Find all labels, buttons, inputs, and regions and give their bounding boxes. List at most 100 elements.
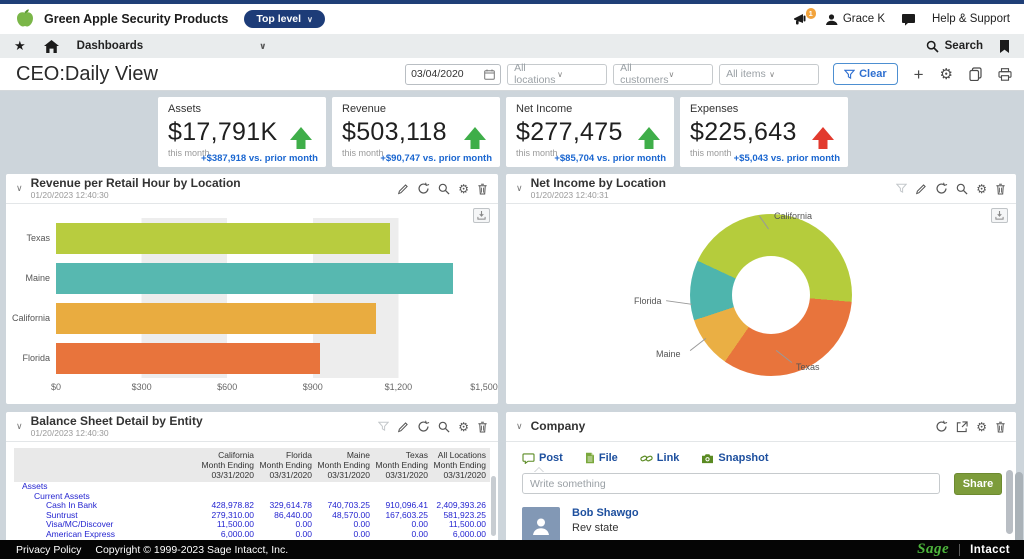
edit-pencil-icon[interactable]: [397, 421, 409, 433]
announcements-icon[interactable]: 1: [793, 12, 809, 26]
account-label-link[interactable]: Current Assets: [14, 492, 200, 502]
account-value[interactable]: 910,096.41: [374, 501, 432, 511]
refresh-icon[interactable]: [417, 420, 430, 433]
account-value[interactable]: [316, 482, 374, 492]
settings-gear-icon[interactable]: ⚙: [458, 420, 469, 434]
account-value[interactable]: 6,000.00: [432, 530, 490, 540]
customers-filter-select[interactable]: All customers ∨: [613, 64, 713, 85]
account-value[interactable]: 0.00: [374, 520, 432, 530]
edit-pencil-icon[interactable]: [915, 183, 927, 195]
add-component-button[interactable]: +: [914, 66, 924, 83]
privacy-policy-link[interactable]: Privacy Policy: [16, 544, 81, 556]
kpi-card-assets[interactable]: Assets $17,791K this month +$387,918 vs.…: [158, 97, 326, 167]
account-value[interactable]: [258, 492, 316, 502]
account-value[interactable]: 329,614.78: [258, 501, 316, 511]
tab-post[interactable]: Post: [522, 452, 563, 464]
delete-trash-icon[interactable]: [477, 183, 488, 195]
chat-icon[interactable]: [901, 13, 916, 26]
print-icon[interactable]: [998, 68, 1012, 81]
account-value[interactable]: 0.00: [258, 520, 316, 530]
zoom-magnifier-icon[interactable]: [438, 421, 450, 433]
tab-file[interactable]: File: [585, 452, 618, 464]
delete-trash-icon[interactable]: [995, 183, 1006, 195]
bar-california[interactable]: [56, 303, 376, 334]
settings-gear-icon[interactable]: ⚙: [976, 420, 987, 434]
search-button[interactable]: Search: [926, 40, 983, 53]
account-value[interactable]: [316, 492, 374, 502]
download-chart-icon[interactable]: [991, 208, 1008, 223]
account-value[interactable]: 740,703.25: [316, 501, 374, 511]
settings-gear-icon[interactable]: ⚙: [940, 65, 953, 83]
locations-filter-select[interactable]: All locations ∨: [507, 64, 607, 85]
company-scrollbar[interactable]: [1006, 470, 1013, 534]
account-value[interactable]: 0.00: [316, 520, 374, 530]
share-button[interactable]: Share: [954, 473, 1002, 495]
account-label-link[interactable]: Visa/MC/Discover: [14, 520, 200, 530]
open-external-icon[interactable]: [956, 421, 968, 433]
zoom-magnifier-icon[interactable]: [438, 183, 450, 195]
account-value[interactable]: 48,570.00: [316, 511, 374, 521]
tab-link[interactable]: Link: [640, 452, 680, 464]
tab-snapshot[interactable]: Snapshot: [701, 452, 768, 464]
account-label-link[interactable]: Cash In Bank: [14, 501, 200, 511]
collapse-chevron-icon[interactable]: ∨: [516, 421, 523, 432]
account-value[interactable]: [432, 482, 490, 492]
account-label-link[interactable]: Suntrust: [14, 511, 200, 521]
filter-funnel-icon[interactable]: [378, 421, 389, 432]
settings-gear-icon[interactable]: ⚙: [976, 182, 987, 196]
settings-gear-icon[interactable]: ⚙: [458, 182, 469, 196]
items-filter-select[interactable]: All items ∨: [719, 64, 819, 85]
filter-funnel-icon[interactable]: [896, 183, 907, 194]
bookmark-icon[interactable]: [999, 40, 1010, 53]
refresh-icon[interactable]: [935, 420, 948, 433]
copy-dashboard-icon[interactable]: [969, 67, 982, 81]
account-value[interactable]: 6,000.00: [200, 530, 258, 540]
account-value[interactable]: 279,310.00: [200, 511, 258, 521]
donut-chart[interactable]: [690, 214, 852, 376]
table-scrollbar[interactable]: [491, 476, 496, 536]
feed-author-link[interactable]: Bob Shawgo: [572, 507, 639, 519]
edit-pencil-icon[interactable]: [397, 183, 409, 195]
account-value[interactable]: 11,500.00: [200, 520, 258, 530]
account-value[interactable]: [374, 482, 432, 492]
refresh-icon[interactable]: [417, 182, 430, 195]
kpi-card-expenses[interactable]: Expenses $225,643 this month +$5,043 vs.…: [680, 97, 848, 167]
collapse-chevron-icon[interactable]: ∨: [16, 183, 23, 194]
kpi-card-net-income[interactable]: Net Income $277,475 this month +$85,704 …: [506, 97, 674, 167]
collapse-chevron-icon[interactable]: ∨: [516, 183, 523, 194]
delete-trash-icon[interactable]: [995, 421, 1006, 433]
bar-texas[interactable]: [56, 223, 390, 254]
home-icon[interactable]: [44, 40, 59, 53]
account-value[interactable]: 0.00: [316, 530, 374, 540]
account-value[interactable]: 11,500.00: [432, 520, 490, 530]
clear-filters-button[interactable]: Clear: [833, 63, 898, 85]
account-value[interactable]: 2,409,393.26: [432, 501, 490, 511]
help-support-link[interactable]: Help & Support: [932, 13, 1010, 25]
account-value[interactable]: 86,440.00: [258, 511, 316, 521]
entity-selector-button[interactable]: Top level ∨: [244, 10, 325, 28]
account-value[interactable]: [258, 482, 316, 492]
zoom-magnifier-icon[interactable]: [956, 183, 968, 195]
account-label-link[interactable]: American Express: [14, 530, 200, 540]
date-input[interactable]: 03/04/2020: [405, 64, 501, 85]
user-menu[interactable]: Grace K: [825, 13, 885, 26]
bar-maine[interactable]: [56, 263, 453, 294]
account-value[interactable]: [200, 492, 258, 502]
account-value[interactable]: 428,978.82: [200, 501, 258, 511]
delete-trash-icon[interactable]: [477, 421, 488, 433]
account-value[interactable]: 0.00: [374, 530, 432, 540]
account-label-link[interactable]: Assets: [14, 482, 200, 492]
account-value[interactable]: [374, 492, 432, 502]
account-value[interactable]: 581,923.25: [432, 511, 490, 521]
write-something-input[interactable]: [522, 473, 940, 494]
favorites-star-icon[interactable]: ★: [14, 38, 26, 54]
bar-florida[interactable]: [56, 343, 320, 374]
refresh-icon[interactable]: [935, 182, 948, 195]
account-value[interactable]: 0.00: [258, 530, 316, 540]
nav-dashboards[interactable]: Dashboards ∨: [77, 40, 267, 52]
account-value[interactable]: 167,603.25: [374, 511, 432, 521]
collapse-chevron-icon[interactable]: ∨: [16, 421, 23, 432]
kpi-card-revenue[interactable]: Revenue $503,118 this month +$90,747 vs.…: [332, 97, 500, 167]
account-value[interactable]: [432, 492, 490, 502]
account-value[interactable]: [200, 482, 258, 492]
